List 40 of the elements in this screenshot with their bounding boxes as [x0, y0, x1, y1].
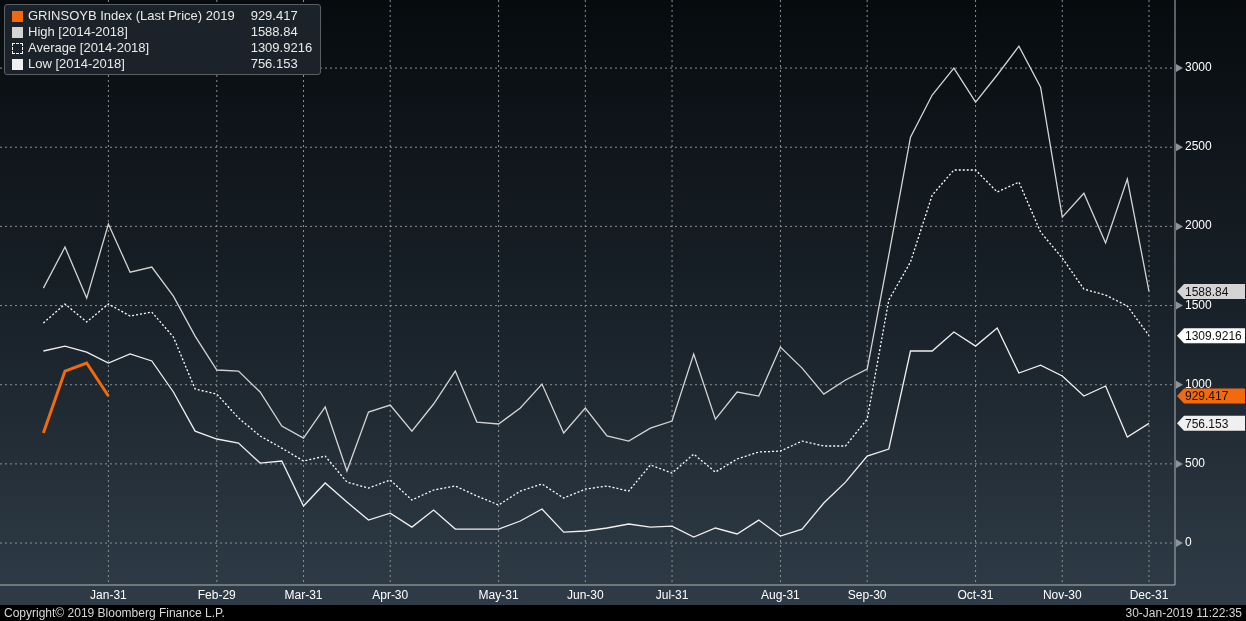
axis-tick-label: 0 — [1185, 535, 1192, 550]
value-tag: 1588.84 — [1177, 283, 1245, 299]
axis-tick-label: Jun-30 — [567, 588, 604, 602]
value-tag: 756.153 — [1177, 415, 1245, 431]
legend-value: 1588.84 — [250, 24, 299, 40]
axis-tick-label: 2500 — [1185, 139, 1212, 154]
axis-tick-label: Apr-30 — [372, 588, 409, 602]
axis-tick-label: Jul-31 — [655, 588, 689, 602]
legend-label: Average [2014-2018] — [28, 40, 151, 56]
legend-value: 1309.9216 — [250, 40, 313, 56]
axis-tick-label: 1500 — [1185, 297, 1212, 312]
axis-tick-label: 1000 — [1185, 376, 1212, 391]
copyright-text: Copyright© 2019 Bloomberg Finance L.P. — [4, 606, 225, 620]
value-tag: 1309.9216 — [1177, 328, 1245, 344]
legend-value: 756.153 — [250, 56, 299, 72]
axis-tick-label: Aug-31 — [761, 588, 800, 602]
axis-tick-label: Jan-31 — [90, 588, 127, 602]
axis-tick-icon — [1176, 222, 1183, 231]
axis-tick-label: Nov-30 — [1042, 588, 1082, 602]
timestamp-text: 30-Jan-2019 11:22:35 — [1125, 606, 1242, 620]
axis-tick-label: 2000 — [1185, 218, 1212, 233]
axis-tick-label: Feb-29 — [197, 588, 236, 602]
axis-tick-icon — [1176, 143, 1183, 152]
axis-tick-icon — [1176, 459, 1183, 468]
axis-tick-icon — [1176, 301, 1183, 310]
axis-tick-icon — [1176, 539, 1183, 548]
value-tag: 929.417 — [1177, 388, 1245, 404]
axis-tick-icon — [1176, 64, 1183, 73]
legend-value: 929.417 — [250, 8, 299, 24]
axis-tick-label: 3000 — [1185, 60, 1212, 75]
axis-tick-label: Sep-30 — [847, 588, 887, 602]
axis-tick-label: Oct-31 — [957, 588, 994, 602]
axis-tick-icon — [1176, 380, 1183, 389]
axis-tick-label: May-31 — [478, 588, 519, 602]
axis-tick-label: Dec-31 — [1129, 588, 1169, 602]
legend-label: Low [2014-2018] — [28, 56, 126, 72]
axis-tick-label: Mar-31 — [284, 588, 323, 602]
axis-tick-label: 500 — [1185, 455, 1206, 470]
legend-label: High [2014-2018] — [28, 24, 129, 40]
legend-label: GRINSOYB Index (Last Price) 2019 — [28, 8, 236, 24]
